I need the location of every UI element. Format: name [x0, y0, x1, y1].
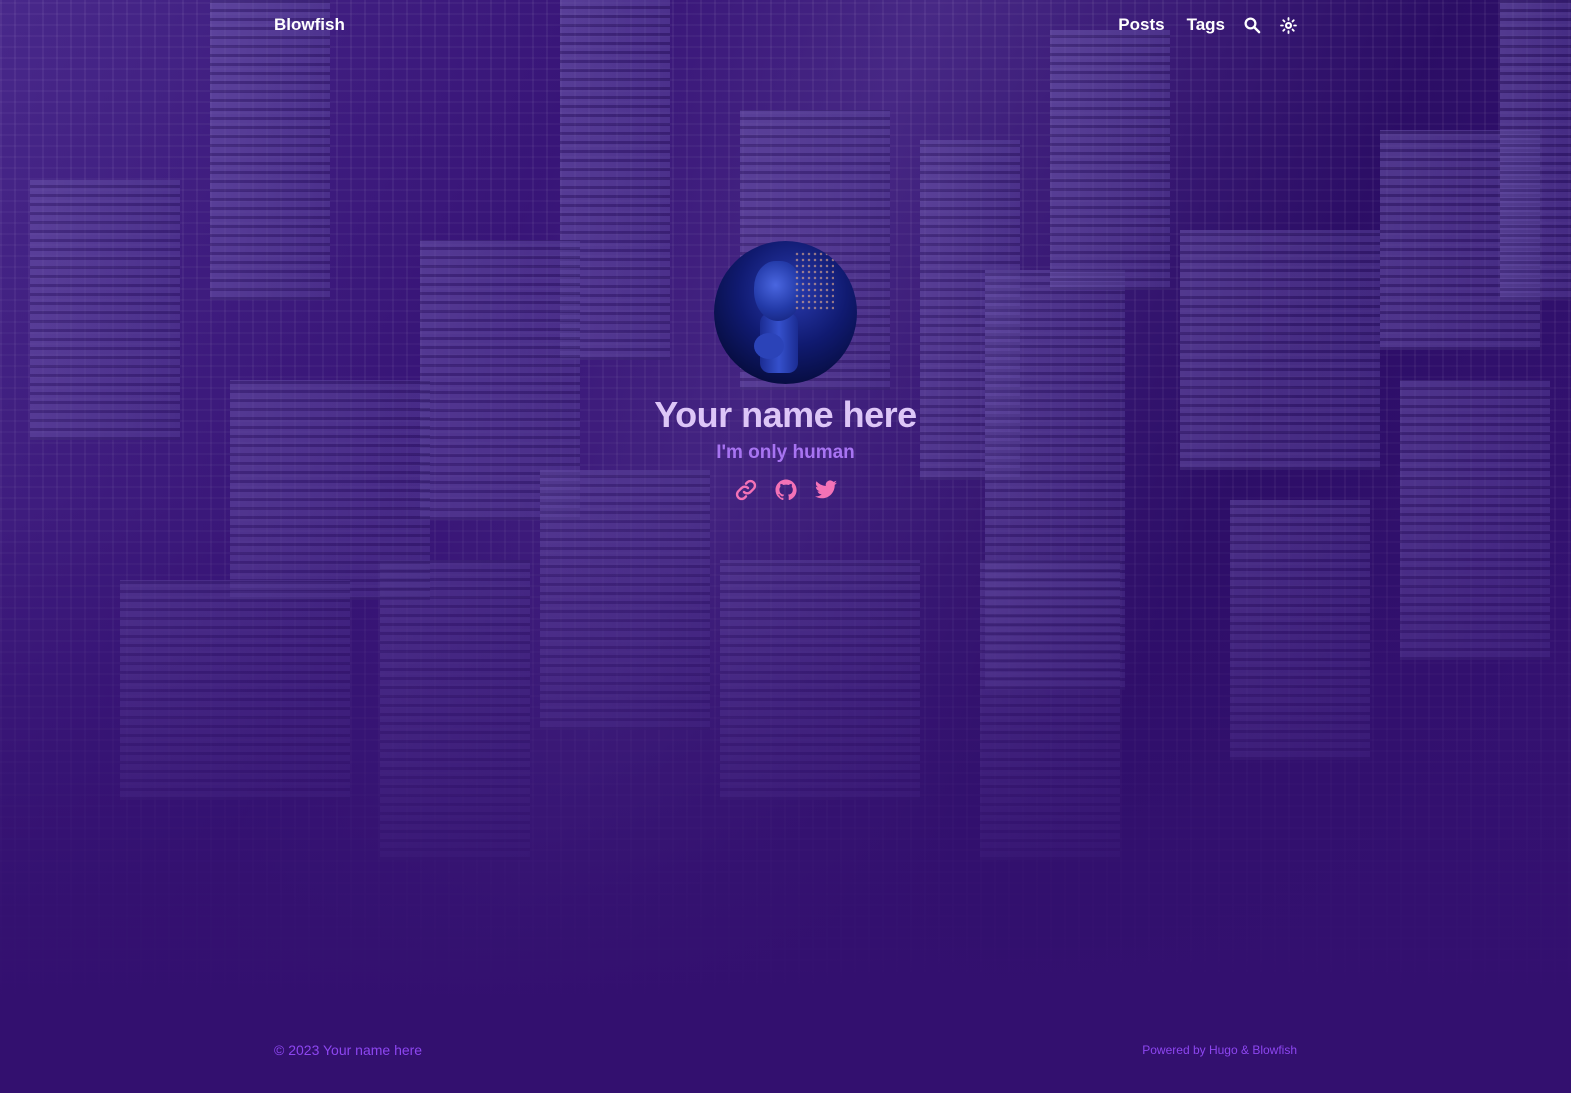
powered-by-separator: & — [1237, 1043, 1253, 1057]
main-nav: Posts Tags — [1096, 15, 1297, 35]
theme-toggle-icon[interactable] — [1279, 16, 1297, 34]
powered-by-text: Powered by Hugo & Blowfish — [1142, 1043, 1297, 1057]
site-footer: © 2023 Your name here Powered by Hugo & … — [274, 1040, 1297, 1060]
social-links — [734, 478, 838, 502]
search-icon[interactable] — [1243, 16, 1261, 34]
avatar — [714, 241, 857, 384]
nav-link-tags[interactable]: Tags — [1187, 15, 1225, 35]
background-fade-overlay — [0, 0, 1571, 1093]
blowfish-link[interactable]: Blowfish — [1252, 1043, 1297, 1057]
link-icon[interactable] — [734, 478, 758, 502]
profile-name: Your name here — [654, 394, 917, 435]
site-header: Blowfish Posts Tags — [274, 12, 1297, 38]
site-brand-link[interactable]: Blowfish — [274, 15, 345, 35]
nav-link-posts[interactable]: Posts — [1118, 15, 1164, 35]
github-icon[interactable] — [774, 478, 798, 502]
page: Blowfish Posts Tags Your name here I'm o… — [0, 0, 1571, 1093]
profile-hero: Your name here I'm only human — [0, 241, 1571, 502]
hugo-link[interactable]: Hugo — [1209, 1043, 1238, 1057]
profile-tagline: I'm only human — [716, 442, 855, 463]
copyright-text: © 2023 Your name here — [274, 1042, 423, 1058]
powered-by-prefix: Powered by — [1142, 1043, 1209, 1057]
twitter-icon[interactable] — [814, 478, 838, 502]
